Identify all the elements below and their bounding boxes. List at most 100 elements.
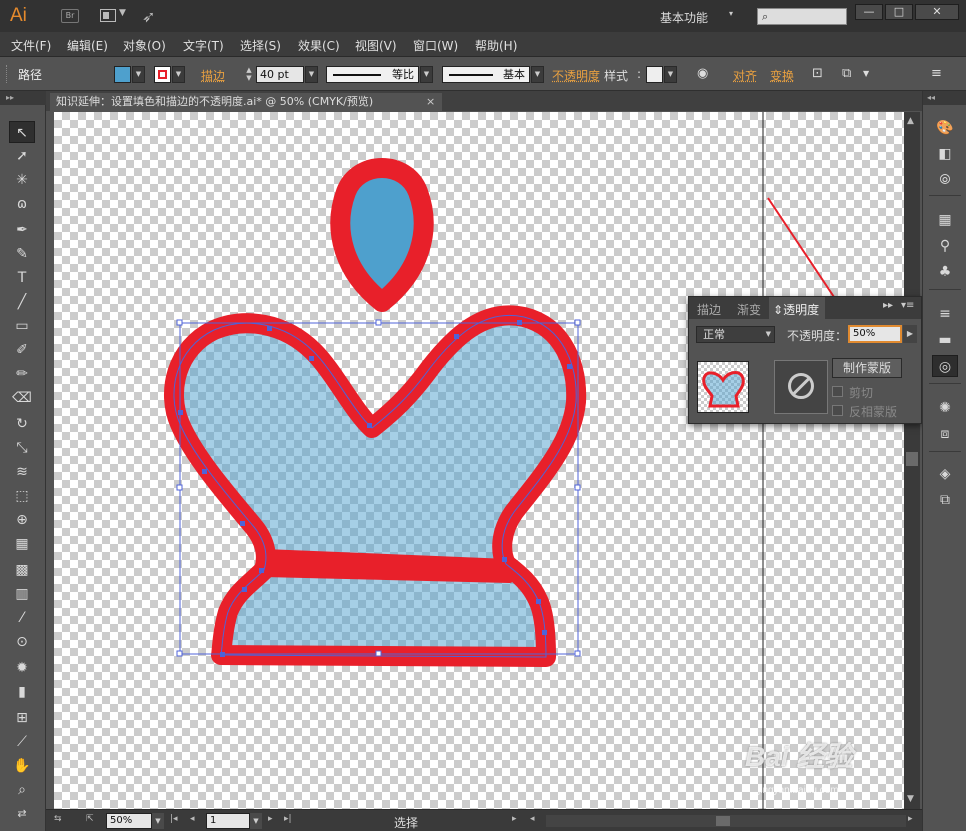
close-button[interactable]: ✕ bbox=[915, 4, 959, 20]
scroll-right-icon[interactable]: ▸ bbox=[908, 814, 913, 824]
artboard-tool-icon[interactable]: ⊞ bbox=[9, 707, 35, 729]
kuler-icon[interactable]: ⦾ bbox=[932, 169, 958, 191]
scale-tool-icon[interactable]: ⤡ bbox=[9, 437, 35, 459]
last-artboard-icon[interactable]: ▸| bbox=[284, 814, 292, 824]
recolor-icon[interactable]: ◉ bbox=[697, 66, 708, 81]
blend-tool-icon[interactable]: ⊙ bbox=[9, 631, 35, 653]
selection-tool-icon[interactable]: ↖ bbox=[9, 121, 35, 143]
search-input[interactable]: ⌕ bbox=[757, 8, 847, 25]
opacity-slider-toggle[interactable]: ▶ bbox=[903, 325, 917, 343]
menu-window[interactable]: 窗口(W) bbox=[413, 37, 458, 54]
status-menu-icon[interactable]: ▸ bbox=[512, 814, 517, 824]
horizontal-scrollbar[interactable] bbox=[546, 815, 906, 827]
transform-label[interactable]: 变换 bbox=[770, 67, 794, 84]
close-icon[interactable]: × bbox=[426, 93, 435, 111]
shape-builder-tool-icon[interactable]: ⊕ bbox=[9, 509, 35, 531]
menu-effect[interactable]: 效果(C) bbox=[298, 37, 340, 54]
color-guide-icon[interactable]: ◧ bbox=[932, 143, 958, 165]
zoom-tool-icon[interactable]: ⌕ bbox=[9, 779, 35, 801]
fill-stroke-swap-icon[interactable]: ⇄ bbox=[9, 803, 35, 825]
share-icon[interactable]: ⇱ bbox=[86, 814, 94, 824]
status-icon[interactable]: ⇆ bbox=[54, 814, 62, 824]
panel-menu-icon[interactable]: ≡ bbox=[931, 66, 942, 81]
chevron-down-icon[interactable]: ▼ bbox=[863, 69, 869, 78]
arrange-documents-button[interactable]: ▼ bbox=[100, 8, 128, 24]
eyedropper-tool-icon[interactable]: ⁄ bbox=[9, 607, 35, 629]
scrollbar-thumb[interactable] bbox=[906, 452, 918, 466]
rocket-icon[interactable]: ➶ bbox=[142, 7, 155, 26]
zoom-input[interactable]: 50% bbox=[106, 813, 152, 829]
slice-tool-icon[interactable]: ⟋ bbox=[9, 731, 35, 753]
make-mask-button[interactable]: 制作蒙版 bbox=[832, 358, 902, 378]
hscroll-thumb[interactable] bbox=[716, 816, 730, 826]
stroke-panel-icon[interactable]: ≡ bbox=[932, 303, 958, 325]
rectangle-tool-icon[interactable]: ▭ bbox=[9, 315, 35, 337]
zoom-dropdown[interactable]: ▼ bbox=[152, 813, 164, 829]
collapse-icon[interactable]: ▸▸ bbox=[0, 91, 46, 105]
menu-edit[interactable]: 编辑(E) bbox=[67, 37, 108, 54]
fill-dropdown[interactable]: ▼ bbox=[132, 66, 145, 83]
document-tab[interactable]: 知识延伸：设置填色和描边的不透明度.ai* @ 50% (CMYK/预览) × bbox=[50, 93, 442, 111]
paintbrush-tool-icon[interactable]: ✐ bbox=[9, 339, 35, 361]
tab-gradient[interactable]: 渐变 bbox=[737, 301, 761, 318]
graphic-styles-icon[interactable]: ⧈ bbox=[932, 423, 958, 445]
stroke-weight-dropdown[interactable]: ▼ bbox=[305, 66, 318, 83]
stroke-label[interactable]: 描边 bbox=[201, 67, 225, 84]
stroke-swatch[interactable] bbox=[154, 66, 171, 83]
free-transform-tool-icon[interactable]: ⬚ bbox=[9, 485, 35, 507]
menu-view[interactable]: 视图(V) bbox=[355, 37, 397, 54]
pen-tool-icon[interactable]: ✒ bbox=[9, 219, 35, 241]
profile-dropdown[interactable]: ▼ bbox=[420, 66, 433, 83]
artboard-number-input[interactable]: 1 bbox=[206, 813, 250, 829]
mesh-tool-icon[interactable]: ▩ bbox=[9, 559, 35, 581]
hand-tool-icon[interactable]: ✋ bbox=[9, 755, 35, 777]
opacity-mask-thumbnail[interactable] bbox=[774, 360, 828, 414]
type-tool-icon[interactable]: T bbox=[9, 267, 35, 289]
graphic-style-swatch[interactable] bbox=[646, 66, 663, 83]
symbols-icon[interactable]: ♣ bbox=[932, 261, 958, 283]
brush-dropdown[interactable]: ▼ bbox=[531, 66, 544, 83]
artboards-icon[interactable]: ⧉ bbox=[932, 489, 958, 511]
align-label[interactable]: 对齐 bbox=[733, 67, 757, 84]
scroll-down-icon[interactable]: ▼ bbox=[907, 794, 914, 804]
opacity-label[interactable]: 不透明度 bbox=[552, 67, 600, 84]
panel-menu-icon[interactable]: ▾≡ bbox=[901, 300, 914, 311]
clip-checkbox[interactable] bbox=[832, 386, 843, 397]
grip-handle[interactable] bbox=[6, 65, 9, 83]
menu-object[interactable]: 对象(O) bbox=[123, 37, 166, 54]
opacity-input[interactable]: 50% bbox=[848, 325, 902, 343]
scroll-left-icon[interactable]: ◂ bbox=[530, 814, 535, 824]
drop-shape[interactable] bbox=[330, 158, 434, 312]
style-dropdown[interactable]: ▼ bbox=[664, 66, 677, 83]
next-artboard-icon[interactable]: ▸ bbox=[268, 814, 273, 824]
rotate-tool-icon[interactable]: ↻ bbox=[9, 413, 35, 435]
artboard-canvas[interactable] bbox=[54, 112, 904, 809]
gradient-panel-icon[interactable]: ▬ bbox=[932, 329, 958, 351]
bridge-button[interactable]: Br bbox=[61, 9, 79, 23]
prev-artboard-icon[interactable]: ◂ bbox=[190, 814, 195, 824]
arrange-icon[interactable]: ⧉ bbox=[842, 66, 851, 81]
maximize-button[interactable]: □ bbox=[885, 4, 913, 20]
graph-tool-icon[interactable]: ▮ bbox=[9, 681, 35, 703]
blend-mode-select[interactable]: 正常 ▼ bbox=[696, 326, 775, 343]
lasso-tool-icon[interactable]: ɷ bbox=[9, 193, 35, 215]
gradient-tool-icon[interactable]: ▥ bbox=[9, 583, 35, 605]
fill-swatch[interactable] bbox=[114, 66, 131, 83]
perspective-grid-tool-icon[interactable]: ▦ bbox=[9, 533, 35, 555]
collapse-icon[interactable]: ◂◂ bbox=[923, 91, 966, 105]
tab-stroke[interactable]: 描边 bbox=[697, 301, 721, 318]
pencil-tool-icon[interactable]: ✏ bbox=[9, 363, 35, 385]
workspace-switcher[interactable]: 基本功能 bbox=[660, 9, 708, 26]
line-tool-icon[interactable]: ╱ bbox=[9, 291, 35, 313]
direct-selection-tool-icon[interactable]: ➚ bbox=[9, 145, 35, 167]
layers-icon[interactable]: ◈ bbox=[932, 463, 958, 485]
stroke-weight-input[interactable]: 40 pt bbox=[256, 66, 304, 83]
magic-wand-tool-icon[interactable]: ✳ bbox=[9, 169, 35, 191]
symbol-sprayer-tool-icon[interactable]: ✹ bbox=[9, 657, 35, 679]
menu-help[interactable]: 帮助(H) bbox=[475, 37, 517, 54]
minimize-button[interactable]: — bbox=[855, 4, 883, 20]
panel-collapse-icon[interactable]: ▸▸ bbox=[883, 300, 893, 311]
menu-type[interactable]: 文字(T) bbox=[183, 37, 224, 54]
artboard-dropdown[interactable]: ▼ bbox=[250, 813, 262, 829]
invert-mask-checkbox[interactable] bbox=[832, 405, 843, 416]
